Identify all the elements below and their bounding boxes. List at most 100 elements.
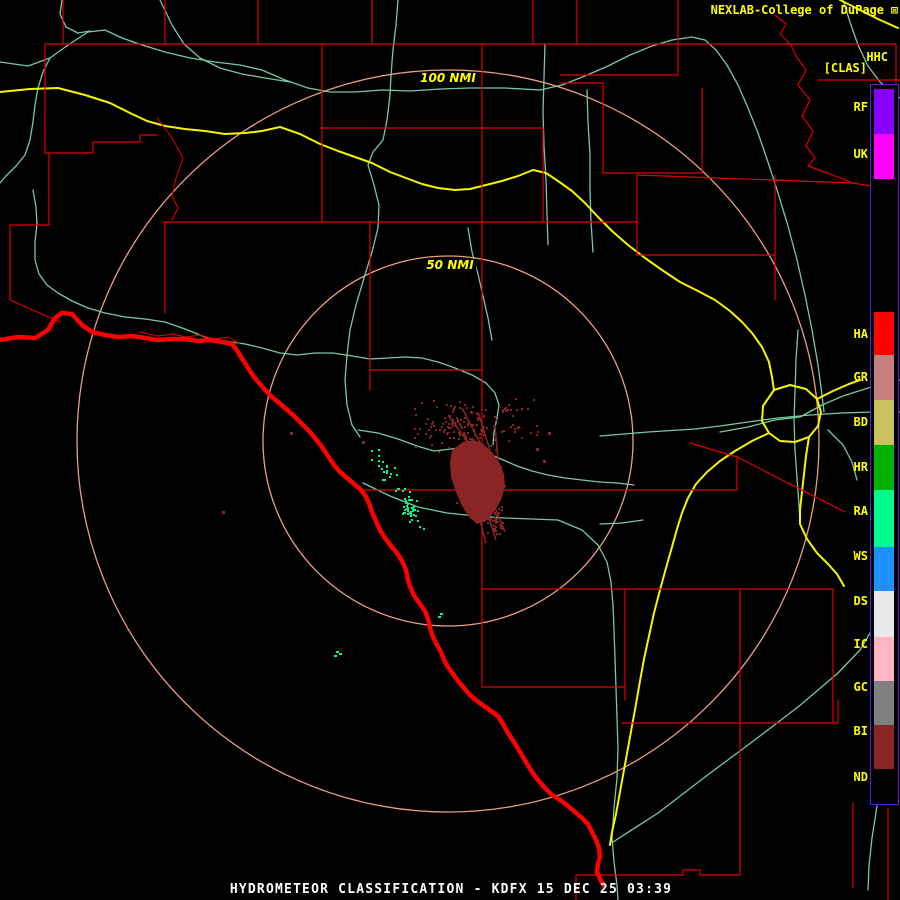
echo-pixel	[402, 490, 404, 492]
echo-pixel	[536, 434, 538, 436]
echo-pixel	[521, 408, 523, 410]
echo-pixel	[494, 513, 496, 515]
echo-dot-bio	[362, 441, 365, 444]
echo-pixel	[407, 510, 409, 512]
echo-pixel	[472, 453, 474, 455]
legend-label-hr: HR	[853, 460, 868, 474]
echo-pixel	[409, 512, 411, 514]
echo-pixel	[466, 407, 468, 409]
echo-pixel	[465, 482, 467, 484]
echo-pixel	[495, 449, 497, 451]
echo-pixel	[415, 515, 417, 517]
echo-pixel	[521, 437, 523, 439]
echo-pixel	[484, 489, 486, 491]
echo-pixel	[488, 511, 490, 513]
echo-pixel	[457, 419, 459, 421]
echo-pixel	[451, 423, 453, 425]
classification-legend	[870, 84, 899, 805]
echo-pixel	[510, 409, 512, 411]
echo-pixel	[381, 468, 383, 470]
echo-pixel	[450, 427, 452, 429]
legend-label-gr: GR	[853, 370, 868, 384]
echo-pixel	[439, 429, 441, 431]
echo-pixel	[487, 518, 489, 520]
echo-pixel	[490, 524, 492, 526]
echo-pixel	[464, 417, 466, 419]
product-mode-label: [CLAS]	[823, 61, 867, 75]
echo-pixel	[430, 426, 432, 428]
echo-pixel	[450, 405, 452, 407]
echo-pixel	[486, 479, 488, 481]
echo-dot-rain	[336, 651, 339, 653]
echo-pixel	[496, 518, 498, 520]
echo-pixel	[467, 424, 469, 426]
legend-swatch-ds	[874, 591, 894, 637]
echo-pixel	[478, 469, 480, 471]
echo-pixel	[443, 431, 445, 433]
echo-pixel	[466, 440, 468, 442]
echo-pixel	[517, 427, 519, 429]
echo-dot-bio	[290, 432, 293, 435]
echo-pixel	[447, 432, 449, 434]
echo-pixel	[476, 461, 478, 463]
echo-pixel	[415, 414, 417, 416]
echo-pixel	[476, 413, 478, 415]
echo-pixel	[465, 436, 467, 438]
echo-pixel	[461, 427, 463, 429]
echo-pixel	[512, 415, 514, 417]
echo-pixel	[472, 475, 474, 477]
legend-swatch-gc	[874, 681, 894, 725]
radar-map[interactable]	[0, 0, 900, 900]
echo-pixel	[408, 499, 410, 501]
echo-pixel	[488, 513, 490, 515]
echo-pixel	[449, 415, 451, 417]
radar-viewer: NEXLAB-College of DuPage ⊠ HHC [CLAS] 50…	[0, 0, 900, 900]
range-ring-label-50nmi: 50 NMI	[423, 259, 477, 271]
echo-pixel	[489, 519, 491, 521]
echo-pixel	[499, 468, 501, 470]
echo-pixel	[404, 509, 406, 511]
echo-pixel	[408, 496, 410, 498]
echo-pixel	[507, 409, 509, 411]
echo-pixel	[442, 423, 444, 425]
echo-pixel	[460, 419, 462, 421]
echo-pixel	[477, 417, 479, 419]
echo-pixel	[423, 528, 425, 530]
echo-pixel	[409, 521, 411, 523]
echo-pixel	[492, 474, 494, 476]
echo-pixel	[483, 434, 485, 436]
echo-pixel	[429, 437, 431, 439]
echo-pixel	[505, 407, 507, 409]
echo-pixel	[493, 425, 495, 427]
echo-pixel	[480, 461, 482, 463]
legend-swatch-ws	[874, 547, 894, 591]
echo-pixel	[419, 526, 421, 528]
echo-pixel	[479, 455, 481, 457]
echo-pixel	[501, 509, 503, 511]
echo-pixel	[505, 410, 507, 412]
echo-pixel	[491, 485, 493, 487]
echo-pixel	[478, 461, 480, 463]
echo-pixel	[419, 428, 421, 430]
echo-pixel	[421, 402, 423, 404]
legend-swatch-ic	[874, 637, 894, 681]
echo-pixel	[441, 442, 443, 444]
echo-pixel	[458, 438, 460, 440]
echo-pixel	[472, 406, 474, 408]
echo-pixel	[409, 491, 411, 493]
echo-pixel	[417, 433, 419, 435]
echo-pixel	[470, 447, 472, 449]
echo-pixel	[510, 426, 512, 428]
window-icon[interactable]: ⊠	[891, 3, 898, 17]
echo-pixel	[478, 480, 480, 482]
echo-pixel	[444, 429, 446, 431]
echo-pixel	[508, 440, 510, 442]
echo-pixel	[478, 442, 480, 444]
echo-pixel	[487, 532, 489, 534]
echo-pixel	[478, 450, 480, 452]
echo-pixel	[481, 494, 483, 496]
echo-pixel	[500, 527, 502, 529]
echo-pixel	[415, 446, 417, 448]
echo-pixel	[378, 460, 380, 462]
echo-pixel	[438, 451, 440, 453]
